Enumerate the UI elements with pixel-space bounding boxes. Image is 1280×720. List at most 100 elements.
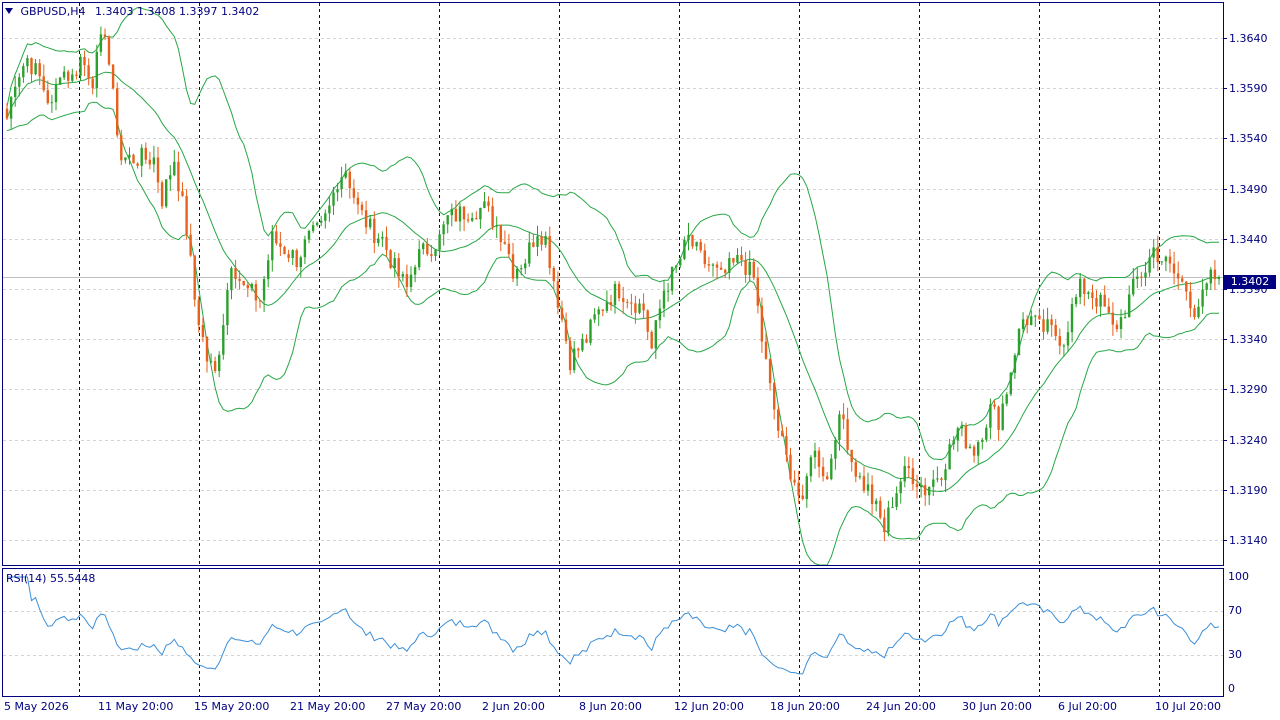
candle-body: [75, 74, 78, 76]
candle-body: [254, 284, 258, 301]
time-tick-label: 27 May 20:00: [386, 700, 462, 713]
candle-body: [911, 468, 915, 484]
time-tick-label: 15 May 20:00: [194, 700, 270, 713]
candle-body: [728, 258, 731, 273]
candle-body: [1213, 269, 1217, 280]
candle-body: [1168, 256, 1172, 264]
candle-body: [91, 78, 94, 89]
candle-body: [834, 440, 837, 459]
candle-body: [99, 34, 103, 52]
candle-body: [1172, 263, 1176, 274]
candle-body: [307, 230, 311, 240]
candle-body: [985, 427, 988, 440]
candle-body: [1132, 278, 1135, 295]
candle-body: [209, 361, 213, 363]
candle-body: [764, 341, 768, 359]
candle-body: [960, 425, 964, 429]
candle-body: [454, 208, 458, 222]
candle-body: [426, 243, 429, 255]
candle-body: [471, 218, 474, 221]
candle-body: [152, 157, 156, 165]
time-tick-label: 24 Jun 20:00: [866, 700, 936, 713]
candle-body: [781, 430, 784, 437]
candle-body: [507, 243, 511, 255]
candle-body: [83, 56, 86, 66]
candle-body: [646, 310, 649, 332]
candle-body: [340, 177, 343, 190]
candle-body: [475, 218, 478, 220]
candle-body: [964, 425, 968, 449]
candle-body: [144, 147, 147, 160]
price-tick-label: 1.3340: [1229, 332, 1268, 346]
candle-body: [1136, 276, 1139, 279]
candle-body: [1181, 278, 1184, 282]
candle-body: [226, 290, 229, 326]
candle-body: [1193, 308, 1196, 317]
candle-body: [360, 204, 364, 211]
candle-body: [1050, 319, 1053, 325]
candle-body: [373, 218, 376, 243]
dropdown-triangle-icon[interactable]: [5, 8, 13, 14]
rsi-tick-label: 0: [1228, 681, 1235, 695]
candle-body: [989, 404, 992, 428]
rsi-tick-label: 30: [1228, 647, 1242, 661]
candle-body: [1148, 257, 1151, 273]
candle-body: [332, 192, 335, 206]
candle-body: [230, 268, 233, 291]
candle-body: [756, 277, 759, 306]
candle-body: [450, 208, 453, 216]
grid-lines: [3, 38, 1227, 656]
candle-body: [634, 303, 637, 313]
candle-body: [952, 440, 955, 445]
candle-body: [858, 476, 861, 478]
candle-body: [466, 219, 470, 221]
candle-body: [413, 267, 417, 275]
chart-canvas[interactable]: [0, 0, 1280, 720]
candle-body: [707, 264, 711, 266]
candle-body: [116, 88, 119, 136]
candle-body: [813, 450, 817, 458]
candle-body: [103, 34, 107, 37]
candle-body: [593, 314, 596, 320]
candle-body: [830, 458, 833, 480]
candle-body: [695, 241, 698, 247]
chart-header[interactable]: GBPUSD,H4 1.3403 1.3408 1.3397 1.3402: [5, 5, 259, 18]
candle-body: [711, 264, 715, 266]
candle-body: [9, 97, 13, 119]
candle-body: [903, 466, 906, 482]
rsi-tick-label: 100: [1228, 569, 1249, 583]
candle-body: [1128, 294, 1131, 318]
candle-body: [438, 234, 441, 250]
candle-body: [1095, 298, 1098, 307]
time-tick-label: 8 Jun 20:00: [579, 700, 642, 713]
price-tick-label: 1.3240: [1229, 433, 1268, 447]
candle-body: [34, 63, 37, 75]
candle-body: [744, 260, 747, 275]
price-tick-label: 1.3190: [1229, 483, 1268, 497]
candle-body: [536, 236, 539, 247]
candle-body: [760, 305, 764, 342]
candle-body: [328, 205, 331, 214]
candle-body: [923, 485, 927, 496]
candle-body: [789, 454, 792, 480]
candle-body: [1026, 319, 1029, 326]
candle-body: [691, 234, 694, 247]
candle-body: [1009, 372, 1012, 395]
bollinger-bands: [6, 6, 1219, 566]
price-tick-label: 1.3140: [1229, 533, 1268, 547]
candle-body: [1164, 256, 1168, 262]
candle-body: [140, 147, 143, 166]
candle-body: [940, 478, 943, 481]
candle-body: [165, 179, 168, 207]
candle-body: [838, 414, 841, 441]
candle-body: [193, 255, 196, 300]
candle-body: [732, 258, 735, 263]
candle-body: [670, 266, 674, 291]
candle-body: [234, 268, 237, 279]
candle-body: [487, 201, 490, 207]
candle-body: [62, 71, 66, 78]
candle-body: [213, 361, 217, 371]
candle-body: [107, 36, 111, 65]
time-tick-label: 30 Jun 20:00: [962, 700, 1032, 713]
candle-body: [1189, 291, 1192, 309]
